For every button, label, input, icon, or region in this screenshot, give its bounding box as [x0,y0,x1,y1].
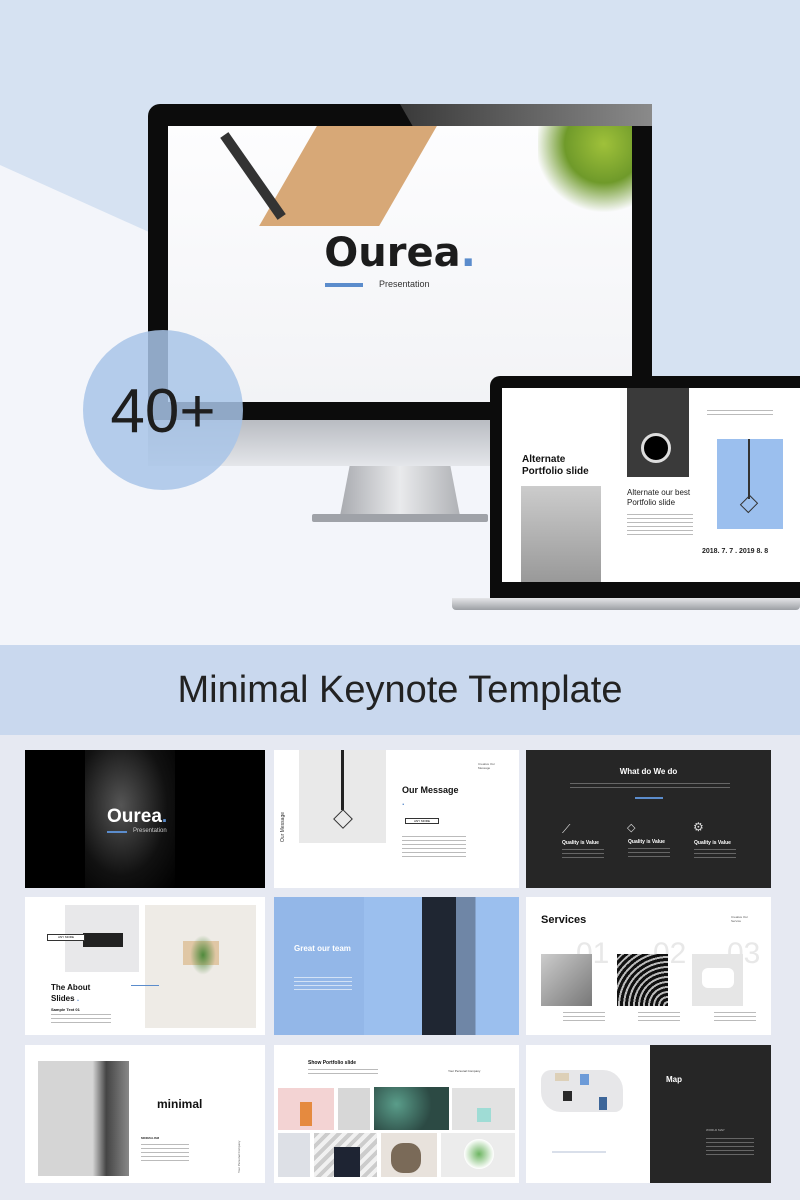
laptop-base [452,598,800,610]
side-label: Your Personal Company [237,1140,241,1173]
thumbnail-about[interactable]: ANY MORE The About Slides . Sample Text … [25,897,265,1035]
salad-photo [441,1133,515,1177]
thumbnail-what-we-do[interactable]: What do We do ⟋ ◇ ⚙ Quality is Value Qua… [526,750,771,888]
thumbnail-map[interactable]: Map WORLD MAP [526,1045,771,1183]
plant-image [538,126,632,216]
thumb-title: minimal [157,1097,203,1111]
plant-photo [145,905,256,1028]
lamp-photo [717,439,783,529]
desktop-slide: Ourea. Presentation [168,126,632,402]
pen-image [220,132,286,220]
chair-photo [692,954,743,1006]
slide-count-badge: 40+ [83,330,243,490]
any-more-button[interactable]: ANY MORE [47,934,85,941]
monitor-base [312,514,488,522]
woman-hair-photo [38,1061,129,1176]
monitor-stand [340,466,460,516]
thumb-title: What do We do [619,767,678,776]
laptop-slide-dates: 2018. 7. 7 . 2019 8. 8 [702,548,769,555]
corner-label: Creative Our Service [731,915,749,923]
thumb-title: Great our team [294,944,351,953]
thumb-title: Map [666,1075,682,1084]
architecture-photo [617,954,668,1006]
thumb-title: The About Slides . [51,983,91,1003]
cat-photo [381,1133,437,1177]
feature-label: Quality is Value [562,840,599,846]
banner: Minimal Keynote Template [0,645,800,735]
notebook-image [259,126,437,226]
feature-label: Quality is Value [628,839,665,845]
thumb-title: Show Portfolio slide [308,1060,357,1066]
diamond-icon: ◇ [627,822,636,834]
thumbnail-team[interactable]: Great our team [274,897,519,1035]
slide-title: Ourea. [324,230,476,276]
thumbnail-cover[interactable]: Ourea. Presentation [25,750,265,888]
thumbnail-services[interactable]: Services Creative Our Service 01 02 03 [526,897,771,1035]
potted-plant-photo [452,1088,515,1130]
laptop-slide-heading: Alternate Portfolio slide [522,454,589,477]
man-photo [521,486,601,582]
map-dark-panel: Map WORLD MAP [650,1045,771,1183]
lamp-photo [299,750,386,843]
thumb-title: Services [541,914,587,926]
sample-text-label: Sample Text 01 [51,1007,80,1012]
succulents-photo [374,1087,449,1130]
gear-icon: ⚙ [693,820,704,834]
us-map [541,1070,623,1112]
thumbnail-minimal[interactable]: minimal MINIMALISM Your Personal Company [25,1045,265,1183]
monitor-glare [400,104,652,126]
thumbnail-portfolio[interactable]: Show Portfolio slide Your Personal Compa… [274,1045,519,1183]
laptop-slide: Alternate Portfolio slide Alternate our … [502,388,800,582]
person-photo [422,897,519,1035]
corner-label: Creative Our Message [478,762,496,770]
banner-title: Minimal Keynote Template [177,669,623,711]
coffee-photo [627,388,689,477]
any-more-button[interactable]: ANY MORE [405,818,439,824]
pen-tool-icon: ⟋ [562,822,571,836]
map-progress [552,1151,606,1153]
corner-label: Your Personal Company [448,1069,481,1073]
world-map-label: WORLD MAP [706,1128,725,1132]
side-label: Our Message [280,811,286,842]
minimalism-label: MINIMALISM [141,1136,160,1140]
accent-line [325,283,363,287]
leaf-photo [338,1088,370,1130]
thumb-subtitle: Presentation [133,828,167,834]
cactus-photo [278,1088,334,1130]
thumbnail-our-message[interactable]: Our Message Our Message . ANY MORE Creat… [274,750,519,888]
hero-section: Ourea. Presentation 40+ Alternate Portfo… [0,0,800,645]
thumb-title: Our Message . [402,785,459,807]
building-photo [541,954,592,1006]
man-laptop-photo [314,1133,377,1177]
person-stairs-photo [278,1133,310,1177]
feature-label: Quality is Value [694,840,731,846]
slide-subtitle: Presentation [379,279,430,289]
laptop-slide-subheading: Alternate our best Portfolio slide [627,488,691,507]
thumb-title: Ourea. [107,806,168,827]
